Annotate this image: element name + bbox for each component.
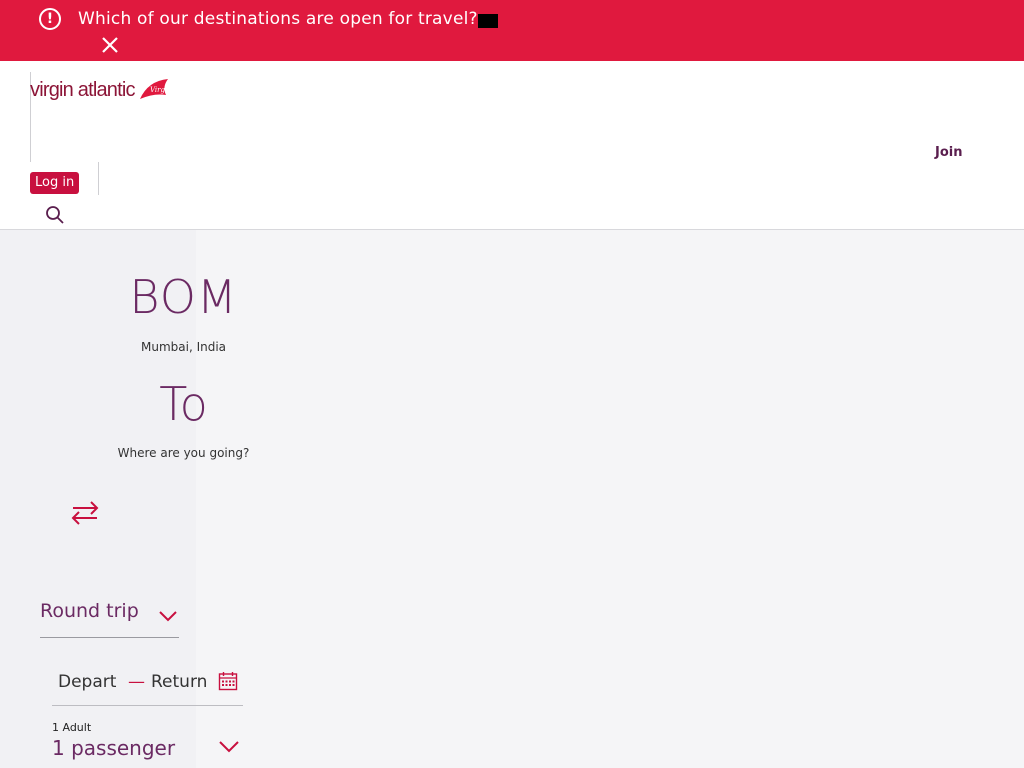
destination-hint: Where are you going? — [117, 446, 250, 460]
return-label: Return — [151, 672, 208, 692]
chevron-down-icon — [159, 611, 177, 622]
logo-wordmark: virgin atlantic — [30, 79, 136, 101]
travel-alert-banner: ! Which of our destinations are open for… — [0, 0, 1024, 61]
destination-code-button[interactable]: To — [0, 377, 367, 431]
virgin-atlantic-logo[interactable]: virgin atlantic Virgin — [30, 79, 170, 102]
header-divider — [98, 162, 99, 195]
svg-text:Virgin: Virgin — [150, 86, 170, 94]
travel-dates-field[interactable]: Depart — Return — [52, 667, 243, 706]
passenger-select[interactable]: 1 Adult 1 passenger — [52, 721, 243, 768]
passenger-summary: 1 passenger — [52, 736, 176, 760]
site-header: virgin atlantic Virgin Log in Join — [0, 61, 1024, 230]
date-separator: — — [128, 672, 145, 692]
origin-code-button[interactable]: BOM — [0, 270, 367, 324]
alert-link-marker — [478, 14, 498, 28]
passenger-detail: 1 Adult — [52, 721, 92, 734]
logo-flag-icon: Virgin — [140, 79, 170, 99]
login-button[interactable]: Log in — [30, 172, 80, 194]
trip-type-value: Round trip — [40, 600, 139, 622]
close-icon[interactable] — [101, 36, 119, 54]
exclamation-circle-icon: ! — [39, 8, 61, 30]
search-icon[interactable] — [45, 205, 65, 225]
join-link[interactable]: Join — [935, 145, 962, 160]
chevron-down-icon — [219, 741, 239, 753]
origin-city: Mumbai, India — [140, 340, 227, 354]
alert-message-link[interactable]: Which of our destinations are open for t… — [78, 9, 478, 29]
calendar-icon[interactable] — [218, 671, 238, 691]
depart-label: Depart — [58, 672, 117, 692]
swap-arrows-icon[interactable] — [70, 500, 100, 526]
trip-type-select[interactable]: Round trip — [40, 600, 179, 638]
